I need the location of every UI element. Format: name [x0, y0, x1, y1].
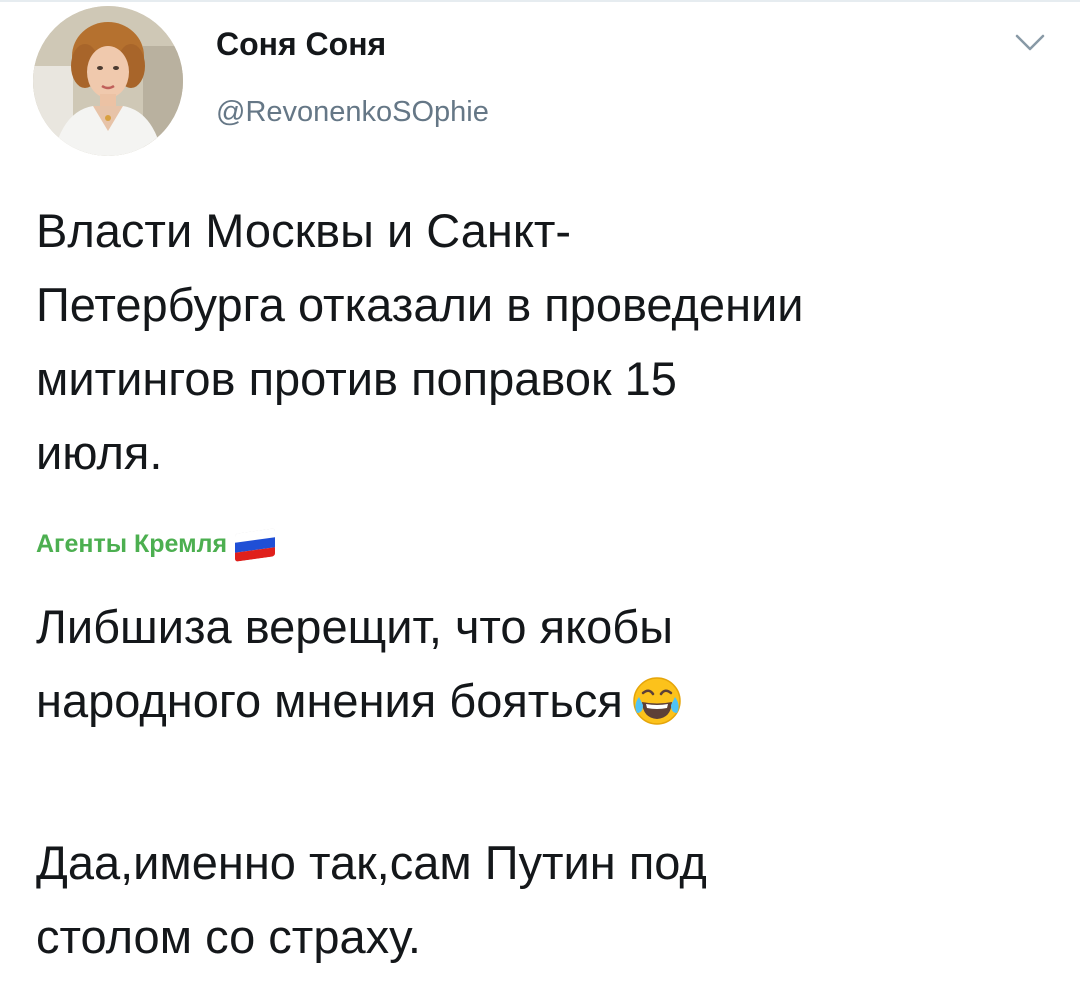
top-divider	[0, 0, 1080, 2]
comment-text: Либшиза верещит, что якобы народного мне…	[36, 590, 683, 748]
tweet-text: Власти Москвы и Санкт- Петербурга отказа…	[36, 194, 804, 490]
comment-author-name: Агенты Кремля	[36, 530, 228, 558]
user-handle[interactable]: @RevonenkoSOphie	[216, 96, 489, 129]
avatar[interactable]	[33, 6, 183, 156]
profile-photo	[33, 6, 183, 156]
tweet-text-line: Петербурга отказали в проведении	[36, 278, 804, 331]
comment-text-span: народного мнения бояться	[36, 674, 623, 727]
comment-text-line: Либшиза верещит, что якобы	[36, 600, 674, 653]
comment-text-line: столом со страху.	[36, 910, 421, 963]
russian-flag-icon	[235, 527, 276, 562]
comment-text-line: народного мнения бояться	[36, 664, 683, 748]
comment-text-line: Даа,именно так,сам Путин под	[36, 836, 707, 889]
tweet-text-line: митингов против поправок 15	[36, 352, 677, 405]
display-name[interactable]: Соня Соня	[216, 26, 386, 63]
face-with-tears-of-joy-icon	[631, 674, 683, 748]
comment-text-2: Даа,именно так,сам Путин под столом со с…	[36, 826, 707, 974]
tweet-text-line: июля.	[36, 426, 163, 479]
chevron-down-icon[interactable]	[1014, 32, 1046, 54]
comment-author[interactable]: Агенты Кремля	[36, 527, 276, 562]
tweet-text-line: Власти Москвы и Санкт-	[36, 204, 572, 257]
